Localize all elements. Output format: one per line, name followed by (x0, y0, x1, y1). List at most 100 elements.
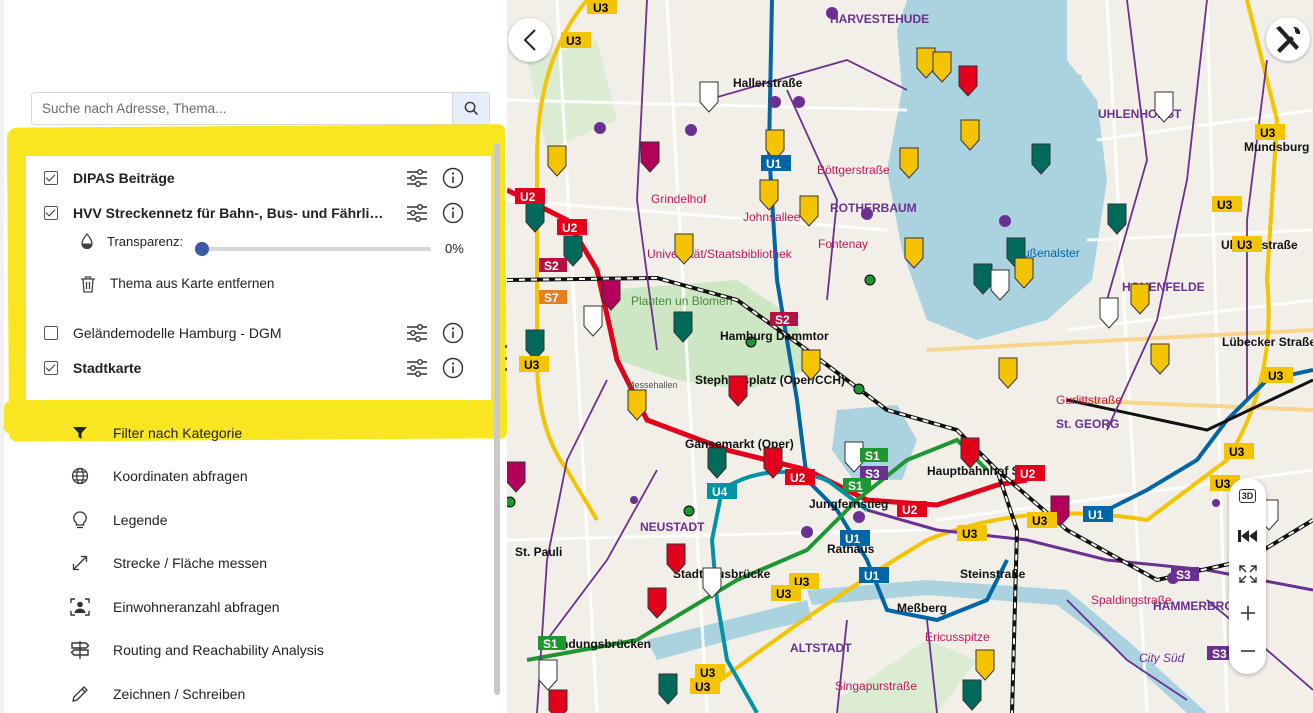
3d-label: 3D (1238, 489, 1257, 503)
street-label: Ericusspitze (925, 630, 990, 644)
layer-checkbox[interactable] (44, 206, 58, 220)
svg-text:U3: U3 (695, 680, 711, 694)
street-label: Meßberg (897, 601, 947, 615)
street-label: Böttgerstraße (817, 163, 890, 177)
badge-u2: U2 (785, 469, 815, 485)
svg-text:U2: U2 (1020, 467, 1036, 481)
svg-text:S1: S1 (543, 637, 558, 651)
menu-item-routing[interactable]: Routing and Reachability Analysis (64, 636, 464, 664)
menu-item-legend[interactable]: Legende (64, 506, 464, 534)
svg-text:U3: U3 (566, 34, 582, 48)
layer-row-stadtkarte[interactable]: Stadtkarte (44, 355, 474, 381)
collapse-panel-button[interactable] (508, 18, 552, 62)
layer-label: Geländemodelle Hamburg - DGM (73, 325, 282, 341)
chevron-left-icon (523, 29, 536, 51)
district-label: ROTHERBAUM (830, 201, 917, 215)
info-icon[interactable] (441, 321, 465, 345)
menu-item-label: Einwohneranzahl abfragen (113, 599, 280, 615)
svg-text:U4: U4 (712, 485, 728, 499)
3d-button[interactable]: 3D (1229, 478, 1266, 514)
filter-icon (65, 421, 95, 445)
layer-checkbox[interactable] (44, 171, 58, 185)
measure-icon (65, 551, 95, 575)
menu-item-filter[interactable]: Filter nach Kategorie (64, 419, 464, 447)
sliders-icon[interactable] (405, 201, 429, 225)
badge-u2: U2 (897, 501, 927, 517)
menu-item-label: Routing and Reachability Analysis (113, 642, 324, 658)
badge-u3: U3 (1232, 236, 1262, 252)
svg-text:S3: S3 (1176, 568, 1191, 582)
info-icon[interactable] (441, 166, 465, 190)
trash-icon[interactable] (80, 275, 96, 298)
menu-item-label: Filter nach Kategorie (113, 425, 243, 441)
info-icon[interactable] (441, 201, 465, 225)
street-label: Hamburg Dammtor (720, 329, 829, 343)
zoom-to-start-button[interactable] (1229, 518, 1266, 554)
badge-u2: U2 (557, 219, 587, 235)
info-icon[interactable] (441, 356, 465, 380)
sliders-icon[interactable] (405, 321, 429, 345)
remove-layer-button[interactable]: Thema aus Karte entfernen (110, 276, 274, 291)
svg-text:S3: S3 (1212, 647, 1227, 661)
sliders-icon[interactable] (405, 356, 429, 380)
routing-icon (65, 638, 95, 662)
badge-u3: U3 (519, 356, 549, 372)
divider (39, 401, 471, 402)
badge-u3: U3 (1027, 512, 1057, 528)
svg-text:S1: S1 (865, 449, 880, 463)
sliders-icon[interactable] (405, 166, 429, 190)
badge-s2: S2 (770, 312, 798, 327)
fullscreen-button[interactable] (1229, 556, 1266, 592)
globe-icon (65, 464, 95, 488)
street-label: City Süd (1139, 651, 1185, 665)
transparency-value: 0% (445, 241, 464, 256)
badge-u3: U3 (690, 678, 720, 694)
badge-s1: S1 (860, 448, 888, 463)
badge-u3: U3 (587, 0, 617, 15)
tools-menu-button[interactable] (1266, 17, 1310, 61)
svg-text:S2: S2 (544, 259, 559, 273)
layer-checkbox[interactable] (44, 361, 58, 375)
search-button[interactable] (452, 93, 489, 124)
zoom-out-button[interactable] (1229, 633, 1266, 669)
street-label: Lübecker Straße (1222, 335, 1313, 349)
svg-text:U3: U3 (776, 587, 792, 601)
svg-text:U3: U3 (962, 527, 978, 541)
badge-u3: U3 (1224, 443, 1254, 459)
tools-icon (1276, 26, 1301, 53)
badge-u4: U4 (707, 483, 737, 499)
person-count-icon (65, 595, 95, 619)
svg-text:U1: U1 (864, 569, 880, 583)
svg-text:U3: U3 (1217, 198, 1233, 212)
street-label: Grindelhof (651, 192, 707, 206)
badge-u3: U3 (771, 585, 801, 601)
street-label: Steinstraße (960, 567, 1026, 581)
street-label: Universität/Staatsbibliothek (647, 247, 793, 261)
svg-text:S1: S1 (848, 479, 863, 493)
street-label: Mundsburg (1244, 140, 1309, 154)
menu-item-draw[interactable]: Zeichnen / Schreiben (64, 680, 464, 708)
badge-u3: U3 (1212, 196, 1242, 212)
badge-s7: S7 (539, 290, 567, 305)
search-input[interactable] (32, 93, 454, 124)
menu-item-population[interactable]: Einwohneranzahl abfragen (64, 593, 464, 621)
layer-row-hvv[interactable]: HVV Streckennetz für Bahn-, Bus- und Fäh… (44, 200, 474, 226)
layer-row-dgm[interactable]: Geländemodelle Hamburg - DGM (44, 320, 474, 346)
transparency-slider[interactable] (195, 242, 431, 256)
layer-row-dipas[interactable]: DIPAS Beiträge (44, 165, 474, 191)
map-view[interactable]: HARVESTEHUDE UHLENHORST HOHENFELDE St. G… (507, 0, 1313, 713)
svg-text:U2: U2 (902, 503, 918, 517)
scrollbar[interactable] (494, 143, 500, 695)
menu-item-coordinates[interactable]: Koordinaten abfragen (64, 462, 464, 490)
base-map[interactable]: HARVESTEHUDE UHLENHORST HOHENFELDE St. G… (507, 0, 1313, 713)
svg-text:U2: U2 (562, 221, 578, 235)
street-label: Jungfernstieg (809, 497, 888, 511)
zoom-in-button[interactable] (1229, 595, 1266, 631)
layer-checkbox[interactable] (44, 326, 58, 340)
menu-item-measure[interactable]: Strecke / Fläche messen (64, 549, 464, 577)
layer-label: DIPAS Beiträge (73, 170, 175, 186)
svg-text:U3: U3 (524, 358, 540, 372)
badge-u3: U3 (1255, 124, 1285, 140)
side-panel: DIPAS Beiträge HVV Streckennetz für Bahn… (0, 0, 507, 713)
transparency-slider-thumb[interactable] (195, 242, 209, 256)
